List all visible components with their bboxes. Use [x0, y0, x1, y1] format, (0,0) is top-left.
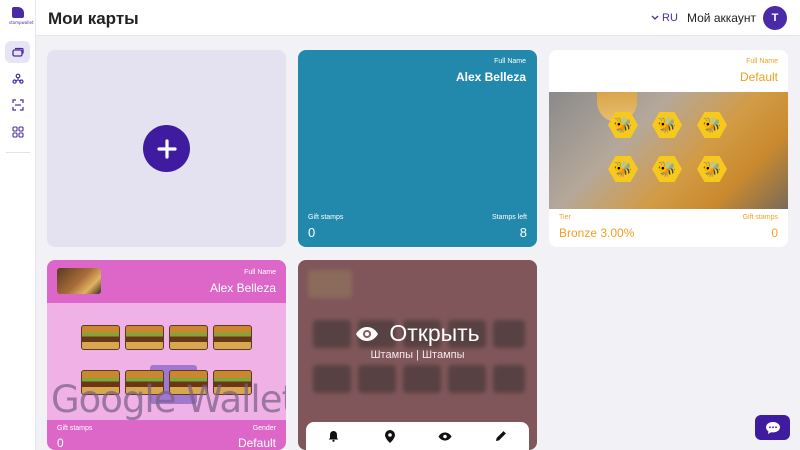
add-card-tile[interactable] [47, 50, 286, 247]
topbar: Мои карты RU Мой аккаунт Т [36, 0, 800, 36]
burger-stamp-icon [125, 325, 164, 350]
bee-stamp-icon: 🐝 [652, 112, 682, 138]
bee-stamp-icon: 🐝 [608, 156, 638, 182]
chevron-down-icon [651, 15, 659, 20]
eye-icon [438, 432, 452, 440]
right-field-value: 8 [519, 225, 527, 240]
left-field-value: 0 [308, 225, 316, 240]
left-field-value: Bronze 3.00% [559, 226, 635, 240]
sidebar-item-scanner[interactable] [5, 94, 30, 116]
card-type-label: Штампы | Штампы [370, 349, 465, 361]
map-pin-icon [384, 429, 395, 443]
sidebar-item-clients[interactable] [5, 68, 30, 90]
strip-image: 🐝 🐝 🐝 🐝 🐝 🐝 [549, 92, 788, 209]
page-title: Мои карты [48, 9, 139, 28]
notify-button[interactable] [322, 425, 346, 447]
right-field-label: Gift stamps [742, 214, 778, 221]
right-field-value: Default [237, 436, 276, 450]
card-logo-image [57, 268, 101, 294]
sidebar-item-apps[interactable] [5, 121, 30, 143]
location-button[interactable] [378, 425, 402, 447]
right-field-label: Gender [252, 425, 276, 432]
card-actions-bar [306, 422, 529, 450]
burger-stamp-icon [213, 325, 252, 350]
right-field-label: Stamps left [491, 214, 527, 221]
bee-stamp-icon: 🐝 [697, 112, 727, 138]
users-icon [11, 73, 24, 84]
add-card-button[interactable] [143, 125, 190, 172]
sidebar-divider [6, 152, 30, 153]
pencil-icon [496, 431, 507, 441]
eye-icon [356, 326, 379, 341]
chat-icon [765, 421, 780, 434]
header-field-label: Full Name [746, 58, 778, 65]
plus-icon [156, 138, 177, 159]
bell-icon [329, 431, 339, 442]
card-honey[interactable]: Full Name Default 🐝 🐝 🐝 🐝 🐝 🐝 Tier Bronz… [549, 50, 788, 247]
preview-button[interactable] [433, 425, 457, 447]
app-logo[interactable]: stampwallet [9, 7, 34, 27]
bee-stamp-icon: 🐝 [697, 156, 727, 182]
language-selector[interactable]: RU [651, 12, 678, 24]
grid-icon [11, 126, 24, 138]
open-card-button[interactable]: Открыть [298, 320, 537, 347]
left-field-label: Gift stamps [308, 214, 344, 221]
burger-stamp-icon [169, 325, 208, 350]
logo-text: stampwallet [9, 20, 34, 25]
header-field-value: Default [739, 70, 778, 84]
card-hovered[interactable]: Открыть Штампы | Штампы [298, 260, 537, 450]
account-link[interactable]: Мой аккаунт [687, 11, 756, 25]
scan-icon [11, 99, 24, 111]
header-field-value: Alex Belleza [455, 70, 526, 84]
edit-button[interactable] [489, 425, 513, 447]
avatar[interactable]: Т [763, 6, 787, 30]
header-field-value: Alex Belleza [209, 281, 276, 295]
sidebar: stampwallet [0, 0, 36, 450]
language-label: RU [662, 12, 678, 24]
right-field-value: 0 [771, 226, 778, 240]
cards-icon [11, 47, 24, 57]
card-teal[interactable]: Full Name Alex Belleza Gift stamps 0 Sta… [298, 50, 537, 247]
left-field-label: Gift stamps [57, 425, 93, 432]
bee-stamp-icon: 🐝 [652, 156, 682, 182]
open-label: Открыть [389, 320, 480, 346]
sidebar-item-cards[interactable] [5, 41, 30, 63]
support-chat-button[interactable] [755, 415, 790, 440]
burger-stamp-icon [81, 325, 120, 350]
card-pink[interactable]: Full Name Alex Belleza Google Wallet Gif… [47, 260, 286, 450]
left-field-value: 0 [57, 436, 64, 450]
google-wallet-watermark: Google Wallet [51, 378, 286, 421]
header-field-label: Full Name [244, 269, 276, 276]
header-field-label: Full Name [494, 58, 526, 65]
left-field-label: Tier [559, 214, 571, 221]
